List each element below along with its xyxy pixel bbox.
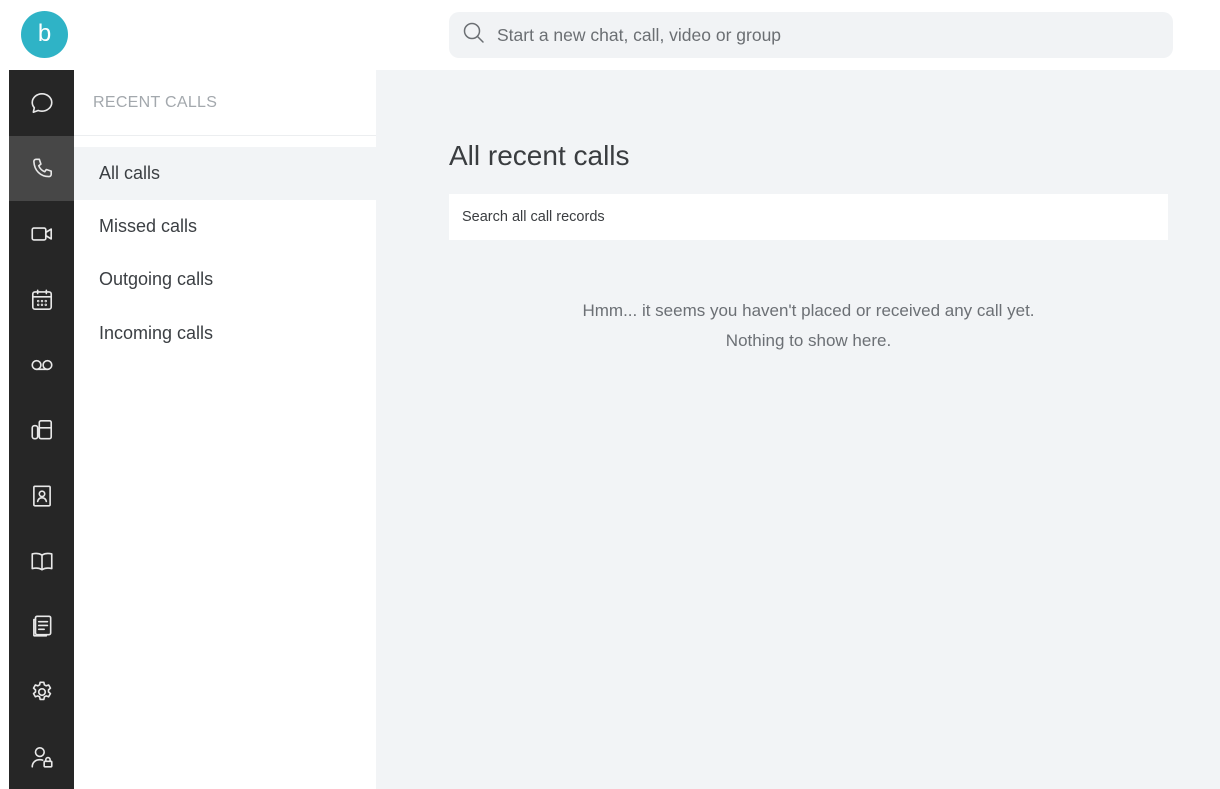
notes-icon [32, 614, 51, 637]
search-icon [462, 21, 486, 50]
nav-all-calls[interactable]: All calls [74, 147, 376, 200]
panel-title: RECENT CALLS [93, 94, 218, 111]
nav-outgoing-calls[interactable]: Outgoing calls [74, 253, 376, 306]
calendar-icon [31, 288, 52, 310]
empty-state-submessage: Nothing to show here. [725, 331, 892, 350]
rail-item-meetings[interactable] [9, 267, 74, 332]
app-logo[interactable]: b [21, 11, 68, 58]
gear-icon [32, 680, 51, 700]
empty-state-message: Hmm... it seems you haven't placed or re… [582, 301, 1035, 320]
panel-header: RECENT CALLS [74, 70, 376, 136]
fax-icon [30, 419, 52, 439]
rail-item-fax[interactable] [9, 397, 74, 462]
call-records-search-input[interactable]: Search all call records [449, 194, 1168, 240]
nav-incoming-calls[interactable]: Incoming calls [74, 307, 376, 360]
rail-item-account[interactable] [9, 724, 74, 789]
rail-item-directory[interactable] [9, 528, 74, 593]
contact-card-icon [32, 484, 51, 507]
voicemail-icon [30, 359, 53, 370]
empty-state: Hmm... it seems you haven't placed or re… [449, 296, 1168, 356]
recent-calls-panel: RECENT CALLS All calls Missed calls Outg… [74, 70, 376, 789]
phone-icon [32, 157, 52, 177]
rail-item-notes[interactable] [9, 593, 74, 658]
rail-item-chats[interactable] [9, 70, 74, 135]
user-lock-icon [30, 746, 53, 768]
top-bar: b Start a new chat, call, video or group [0, 0, 1220, 70]
book-icon [30, 552, 53, 570]
rail-item-settings[interactable] [9, 659, 74, 724]
rail-item-calls[interactable] [9, 136, 74, 201]
call-records-search-placeholder: Search all call records [462, 209, 605, 225]
global-search-input[interactable]: Start a new chat, call, video or group [449, 12, 1173, 58]
chat-bubble-icon [30, 92, 53, 113]
rail-item-voicemail[interactable] [9, 332, 74, 397]
main-content: All recent calls Search all call records… [376, 70, 1220, 789]
rail-item-contacts[interactable] [9, 463, 74, 528]
rail-item-video[interactable] [9, 201, 74, 266]
global-search-placeholder: Start a new chat, call, video or group [497, 24, 782, 45]
nav-missed-calls[interactable]: Missed calls [74, 200, 376, 253]
page-title: All recent calls [449, 140, 630, 171]
video-camera-icon [30, 226, 52, 241]
icon-rail [9, 70, 74, 789]
